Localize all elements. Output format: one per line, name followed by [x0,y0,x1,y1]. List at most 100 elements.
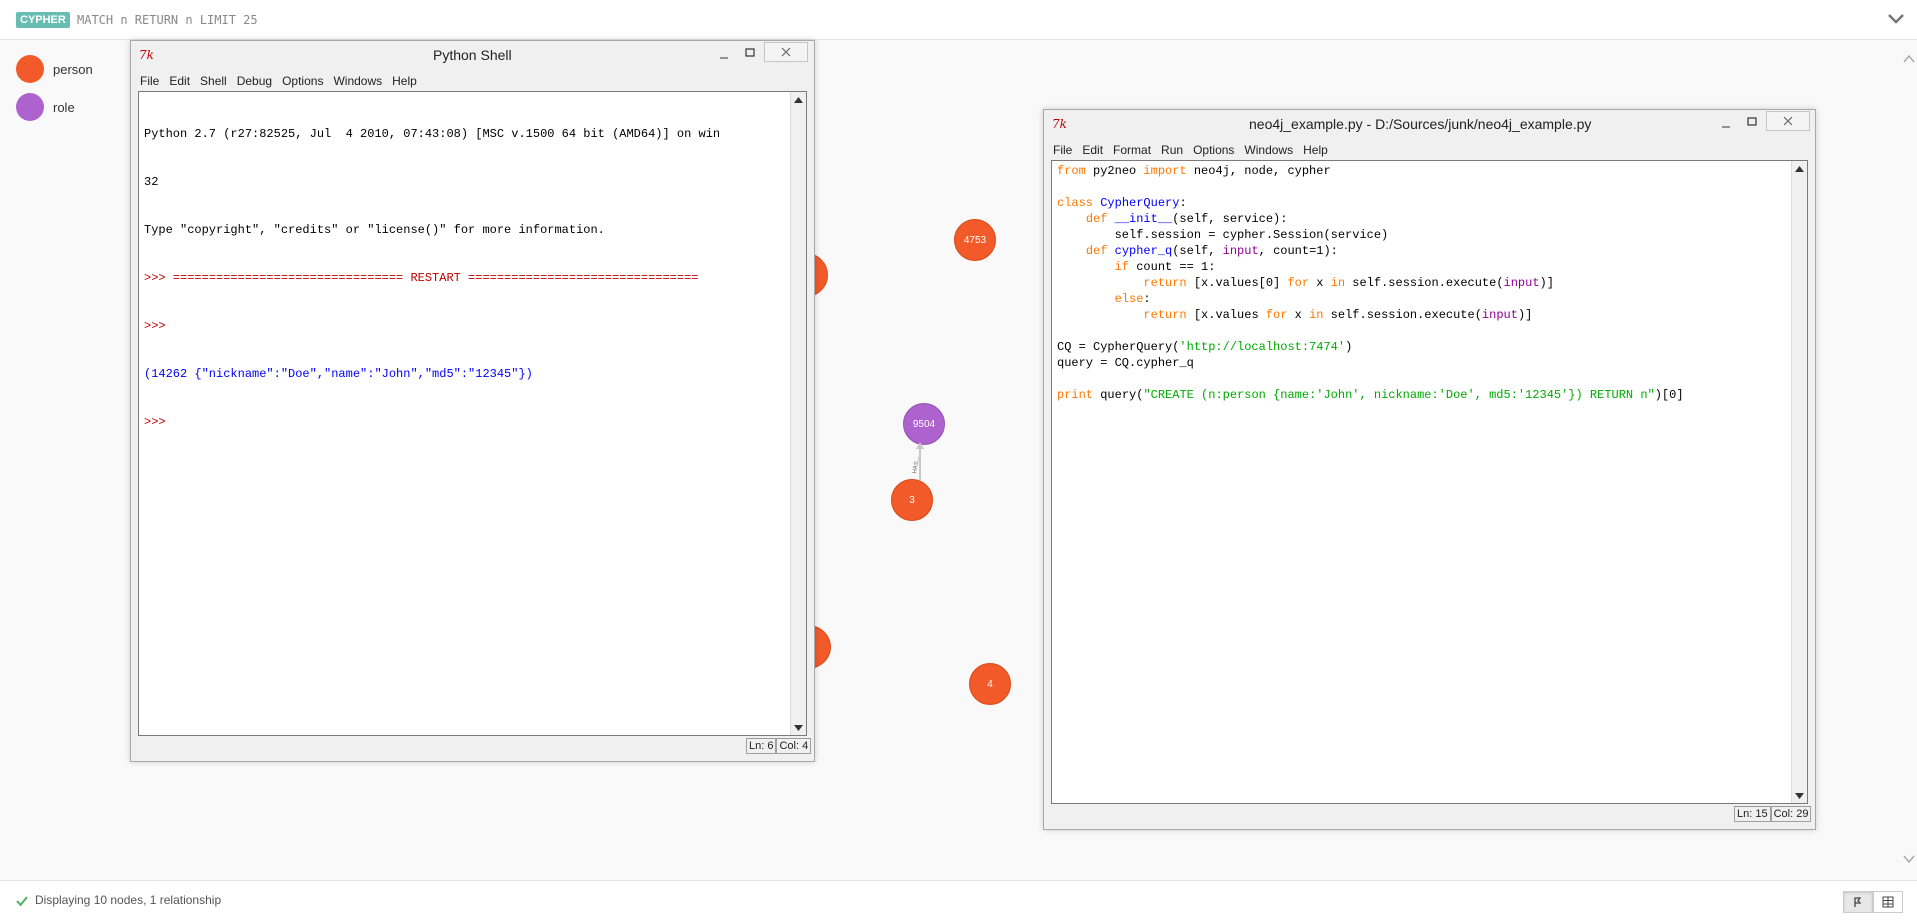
svg-text:7k: 7k [1052,117,1067,130]
tk-feather-icon: 7k [1052,117,1067,130]
menu-file[interactable]: File [1048,143,1077,157]
graph-node[interactable]: 4753 [954,219,996,261]
legend-label: role [53,99,75,115]
close-icon [781,47,791,57]
menu-debug[interactable]: Debug [232,74,277,88]
node-label: 4 [987,678,993,690]
close-button[interactable] [764,42,808,62]
graph-view-icon [1854,897,1862,907]
editor-window[interactable]: 7k neo4j_example.py - D:/Sources/junk/ne… [1043,109,1816,830]
status-line: Ln: 15 Col: 29 [1734,806,1812,822]
node-label: 9504 [912,418,936,430]
result-status-bar: Displaying 10 nodes, 1 relationship [0,880,1917,922]
chevron-down-icon[interactable] [1902,852,1916,866]
code-line: self.session = cypher.Session(service) [1057,228,1389,242]
window-title: neo4j_example.py - D:/Sources/junk/neo4j… [1249,116,1592,132]
menu-windows[interactable]: Windows [328,74,387,88]
code-line: query = CQ.cypher_q [1057,356,1194,370]
vertical-scrollbar[interactable] [790,92,806,735]
menu-bar: File Edit Format Run Options Windows Hel… [1048,140,1333,160]
vertical-scrollbar[interactable] [1791,161,1807,803]
node-label: 3 [909,494,915,506]
shell-line: (14262 {"nickname":"Doe","name":"John","… [144,367,533,381]
menu-help[interactable]: Help [387,74,422,88]
shell-line: Type "copyright", "credits" or "license(… [144,223,605,237]
menu-file[interactable]: File [135,74,164,88]
tk-feather-icon: 7k [139,48,154,61]
minimize-button[interactable] [1716,114,1736,134]
cypher-badge: CYPHER [16,12,70,28]
person-color-swatch [16,55,44,83]
table-view-toggle[interactable] [1873,891,1903,913]
maximize-button[interactable] [740,43,760,63]
menu-run[interactable]: Run [1156,143,1188,157]
menu-format[interactable]: Format [1108,143,1156,157]
editor-text-area[interactable]: from py2neo import neo4j, node, cypher c… [1051,160,1808,804]
node-label: 4753 [963,234,987,246]
menu-bar: File Edit Shell Debug Options Windows He… [135,71,422,91]
close-button[interactable] [1766,111,1810,131]
table-icon [1882,896,1894,908]
neo4j-browser-page: CYPHER MATCH n RETURN n LIMIT 25 person … [0,0,1917,922]
source-code: from py2neo import neo4j, node, cypher c… [1057,163,1684,403]
graph-node[interactable]: 9504 [903,403,945,445]
status-text: Displaying 10 nodes, 1 relationship [35,893,222,907]
menu-shell[interactable]: Shell [195,74,232,88]
shell-line: >>> [144,319,166,333]
code-line: class CypherQuery: [1057,196,1187,210]
code-line: CQ = CypherQuery('http://localhost:7474'… [1057,340,1353,354]
minimize-icon [720,57,728,59]
shell-text-area[interactable]: Python 2.7 (r27:82525, Jul 4 2010, 07:43… [138,91,807,736]
menu-edit[interactable]: Edit [164,74,195,88]
maximize-icon [745,48,755,57]
query-text[interactable]: MATCH n RETURN n LIMIT 25 [77,12,258,28]
svg-text:7k: 7k [139,48,154,61]
role-color-swatch [16,93,44,121]
status-line: Ln: 6 Col: 4 [746,738,812,754]
menu-options[interactable]: Options [1188,143,1239,157]
code-line: def cypher_q(self, input, count=1): [1085,244,1338,258]
title-bar[interactable]: 7k Python Shell [131,41,814,69]
code-line: return [x.values[0] for x in self.sessio… [1143,276,1554,290]
shell-line: Python 2.7 (r27:82525, Jul 4 2010, 07:43… [144,127,721,141]
code-line: if count == 1: [1114,260,1216,274]
code-line: print query("CREATE (n:person {name:'Joh… [1057,388,1684,402]
window-title: Python Shell [433,47,512,63]
scroll-up-arrow-icon[interactable] [791,92,806,107]
line-indicator: Ln: 6 [746,738,777,754]
code-line: def __init__(self, service): [1085,212,1288,226]
scroll-up-arrow-icon[interactable] [1792,161,1807,176]
scroll-down-arrow-icon[interactable] [791,720,806,735]
chevron-up-icon[interactable] [1902,52,1916,66]
minimize-button[interactable] [714,45,734,65]
graph-node[interactable]: 4 [969,663,1011,705]
chevron-down-icon[interactable] [1887,10,1905,28]
legend-label: person [53,61,93,77]
legend-item-role[interactable]: role [16,93,75,121]
menu-help[interactable]: Help [1298,143,1333,157]
scroll-down-arrow-icon[interactable] [1792,788,1807,803]
code-line: return [x.values for x in self.session.e… [1143,308,1533,322]
legend-item-person[interactable]: person [16,55,93,83]
menu-options[interactable]: Options [277,74,328,88]
menu-windows[interactable]: Windows [1239,143,1298,157]
graph-view-toggle[interactable] [1843,891,1873,913]
line-indicator: Ln: 15 [1734,806,1771,822]
checkmark-icon [16,896,28,907]
shell-line: 32 [144,175,159,189]
code-line: from py2neo import neo4j, node, cypher [1057,164,1331,178]
graph-node[interactable]: 3 [891,479,933,521]
maximize-button[interactable] [1742,112,1762,132]
shell-line: >>> ================================ RES… [144,271,699,285]
column-indicator: Col: 4 [776,738,812,754]
maximize-icon [1747,117,1757,126]
python-shell-window[interactable]: 7k Python Shell File Edit Shell Debug Op… [130,40,815,762]
menu-edit[interactable]: Edit [1077,143,1108,157]
query-bar[interactable]: CYPHER MATCH n RETURN n LIMIT 25 [0,0,1917,40]
close-icon [1783,116,1793,126]
title-bar[interactable]: 7k neo4j_example.py - D:/Sources/junk/ne… [1044,110,1815,138]
shell-output: Python 2.7 (r27:82525, Jul 4 2010, 07:43… [144,94,720,462]
